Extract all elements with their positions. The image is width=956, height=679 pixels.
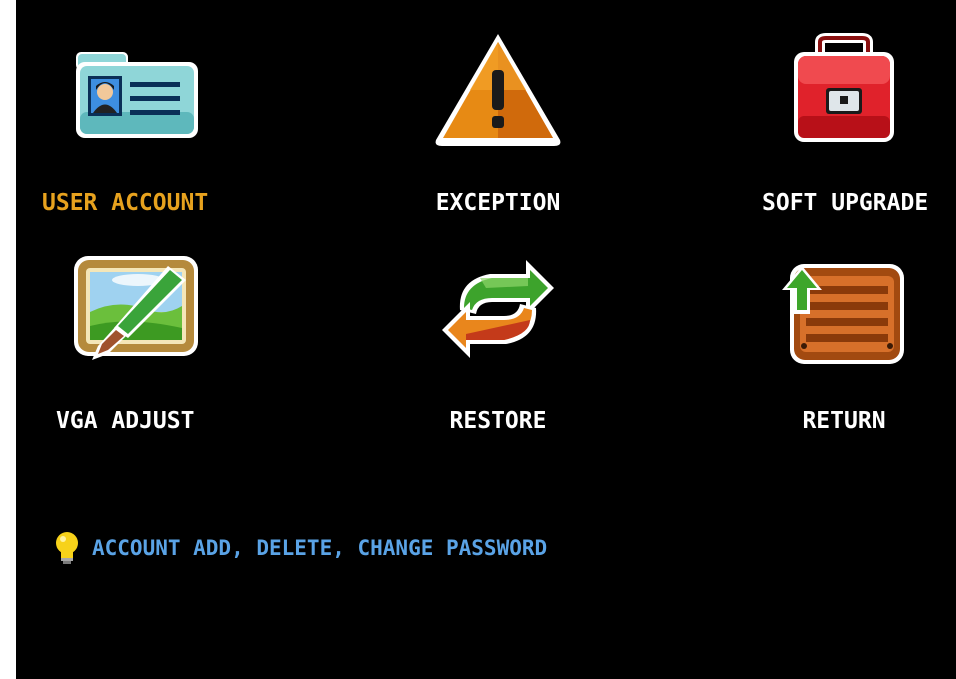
hint-bar: ACCOUNT ADD, DELETE, CHANGE PASSWORD <box>52 528 547 568</box>
menu-item-label: RETURN <box>802 408 886 434</box>
system-menu-screen: USER ACCOUNT EXCEPTION SOFT UPGRADE VGA … <box>16 0 956 679</box>
menu-item-exception[interactable]: EXCEPTION <box>378 32 618 232</box>
menu-item-label: EXCEPTION <box>435 190 561 216</box>
user-card-icon <box>76 52 198 138</box>
restore-arrows-icon <box>442 260 554 358</box>
menu-item-label: SOFT UPGRADE <box>762 190 929 216</box>
menu-item-vga-adjust[interactable]: VGA ADJUST <box>16 250 256 450</box>
menu-item-restore[interactable]: RESTORE <box>378 250 618 450</box>
menu-item-soft-upgrade[interactable]: SOFT UPGRADE <box>724 32 956 232</box>
hint-text: ACCOUNT ADD, DELETE, CHANGE PASSWORD <box>92 536 548 560</box>
lightbulb-icon <box>56 532 78 564</box>
menu-item-label: VGA ADJUST <box>56 408 195 434</box>
menu-item-label: USER ACCOUNT <box>42 190 209 216</box>
menu-item-return[interactable]: RETURN <box>724 250 956 450</box>
paint-brush-picture-icon <box>74 256 198 360</box>
toolbox-icon <box>794 33 894 142</box>
menu-item-label: RESTORE <box>449 408 547 434</box>
return-box-icon <box>782 264 904 364</box>
menu-item-user-account[interactable]: USER ACCOUNT <box>16 32 256 232</box>
warning-icon <box>435 34 561 146</box>
